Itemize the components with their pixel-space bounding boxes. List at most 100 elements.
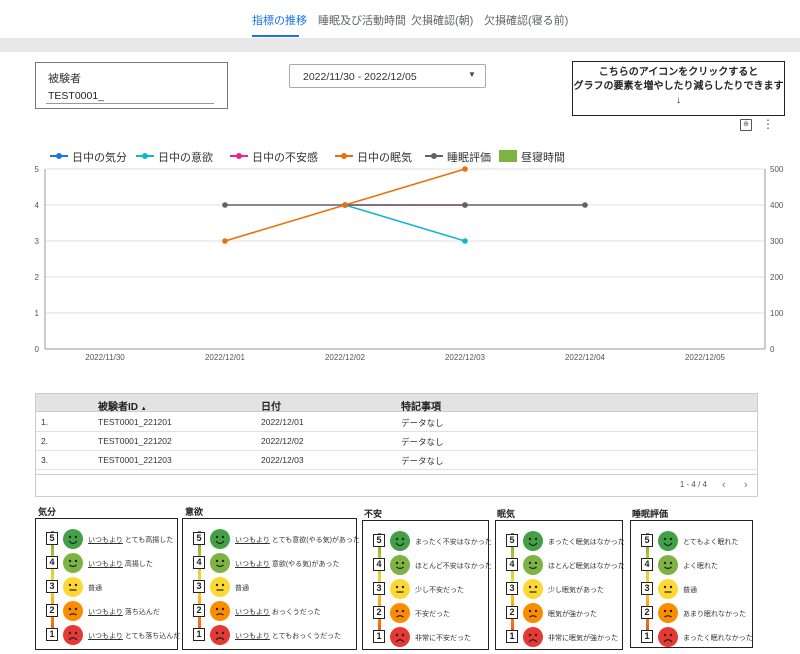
prev-page-icon[interactable]: ‹ [722,479,726,491]
scale-text: 落ち込んだ [124,609,160,616]
tab-sleep-activity[interactable]: 睡眠及び活動時間 [318,12,406,28]
scale-number: 2 [46,604,58,617]
scale-number: 1 [373,630,385,643]
scale-text: まったく眠れなかった [683,635,753,642]
series-point [342,202,348,208]
y-right-tick-label: 0 [770,345,775,354]
more-vert-icon[interactable]: ⋮ [762,117,774,131]
scale-item: 4 いつもより 意欲(やる気)があった [193,553,354,575]
scale-panel-title: 気分 [38,507,57,517]
scale-description: いつもより 高揚した [88,559,153,569]
next-page-icon[interactable]: › [744,479,748,491]
subject-selector[interactable]: 被験者 TEST0001_ [35,62,228,109]
line-chart: 0 0 1 100 2 200 3 300 4 400 5 500 2022/11/30 2022/12/… [35,165,784,362]
neutral-face-icon [658,579,678,599]
chart-edit-icon[interactable]: ⊕ [740,119,752,131]
very-sad-face-icon [210,625,230,645]
pagination-label: 1 - 4 / 4 [679,480,707,489]
scale-item: 3 普通 [46,577,175,599]
table-row[interactable]: 2. TEST0001_221202 2022/12/02 データなし [36,432,757,451]
scale-item: 2 いつもより 落ち込んだ [46,601,175,623]
x-tick-label: 2022/12/05 [685,353,726,362]
scale-text: ほとんど不安はなかった [415,563,492,570]
scale-description: あまり眠れなかった [683,609,746,619]
scale-panel-title: 眠気 [497,509,516,519]
scale-number: 1 [641,630,653,643]
happy-face-icon [523,555,543,575]
scale-description: いつもより とても高揚した [88,535,173,545]
tab-trend[interactable]: 指標の推移 [252,12,307,28]
very-sad-face-icon [63,625,83,645]
scale-number: 5 [46,532,58,545]
scale-text: 少し眠気があった [548,587,604,594]
scale-number: 4 [193,556,205,569]
scale-item: 1 いつもより とても落ち込んだ [46,625,180,647]
legend-dot [341,153,347,159]
series-point [462,166,468,172]
series-line [344,204,466,242]
scale-number: 1 [46,628,58,641]
sad-face-icon [63,601,83,621]
scale-prefix: いつもより [235,609,270,616]
scale-number: 3 [46,580,58,593]
scale-description: 普通 [88,583,102,593]
scale-panel: 5 いつもより とても意欲(やる気)があった 4 いつもより 意欲(やる気)があった 3… [182,518,360,650]
legend-dot [56,153,62,159]
scale-item: 2 いつもより おっくうだった [193,601,354,623]
tab-missing-morning[interactable]: 欠損確認(朝) [411,12,473,28]
scale-text: 普通 [88,585,102,592]
legend-dot [236,153,242,159]
scale-item: 5 とてもよく眠れた [641,531,750,553]
cell-date: 2022/12/02 [261,436,304,446]
y-left-tick-label: 2 [35,273,40,282]
x-tick-label: 2022/11/30 [85,353,125,362]
scale-item: 2 眠気が強かった [506,603,620,625]
series-point [462,238,468,244]
scale-number: 1 [193,628,205,641]
scale-item: 3 少し不安だった [373,579,486,601]
header-date[interactable]: 日付 [261,398,281,413]
scale-panel: 5 まったく不安はなかった 4 ほとんど不安はなかった 3 少し不安だった 2 不安だった 1 非… [362,520,492,650]
scale-description: とてもよく眠れた [683,537,738,547]
cell-note: データなし [401,418,444,428]
scale-prefix: いつもより [88,561,123,568]
scale-description: 普通 [235,583,249,593]
very-sad-face-icon [523,627,543,647]
y-right-tick-label: 400 [770,201,784,210]
scale-description: いつもより とても落ち込んだ [88,631,180,641]
header-divider [0,38,800,52]
scale-number: 2 [641,606,653,619]
caret-down-icon: ▼ [468,70,476,79]
table-row[interactable]: 1. TEST0001_221201 2022/12/01 データなし [36,413,757,432]
note-line-2: グラフの要素を増やしたり減らしたりできます [573,81,784,92]
scale-item: 1 非常に不安だった [373,627,486,649]
very-sad-face-icon [658,627,678,647]
scale-prefix: いつもより [88,609,123,616]
date-range-value: 2022/11/30 - 2022/12/05 [303,71,417,83]
subject-input[interactable]: TEST0001_ [48,90,104,102]
cell-id: TEST0001_221202 [98,436,172,446]
scale-description: いつもより 意欲(やる気)があった [235,559,340,569]
series-point [462,202,468,208]
scale-panel: 5 いつもより とても高揚した 4 いつもより 高揚した 3 普通 2 いつもより 落ち込んだ… [35,518,180,650]
neutral-face-icon [210,577,230,597]
scale-number: 4 [46,556,58,569]
scale-item: 1 非常に眠気が強かった [506,627,620,649]
header-subject-id[interactable]: 被験者ID ▲ [98,398,147,413]
very-happy-face-icon [210,529,230,549]
scale-panel: 5 とてもよく眠れた 4 よく眠れた 3 普通 2 あまり眠れなかった 1 まったく眠れなかった [630,520,753,648]
y-left-tick-label: 4 [35,201,40,210]
cell-date: 2022/12/03 [261,455,304,465]
table-row-partial [36,470,757,475]
table-row[interactable]: 3. TEST0001_221203 2022/12/03 データなし [36,451,757,470]
very-happy-face-icon [523,531,543,551]
down-arrow-icon: ↓ [676,95,681,106]
date-range-picker[interactable]: 2022/11/30 - 2022/12/05 ▼ [289,64,486,88]
scale-description: いつもより とてもおっくうだった [235,631,341,641]
header-notes[interactable]: 特記事項 [401,398,441,413]
scale-number: 3 [373,582,385,595]
cell-num: 3. [41,455,49,465]
scale-number: 1 [506,630,518,643]
tab-missing-night[interactable]: 欠損確認(寝る前) [484,12,568,28]
scale-item: 1 いつもより とてもおっくうだった [193,625,354,647]
